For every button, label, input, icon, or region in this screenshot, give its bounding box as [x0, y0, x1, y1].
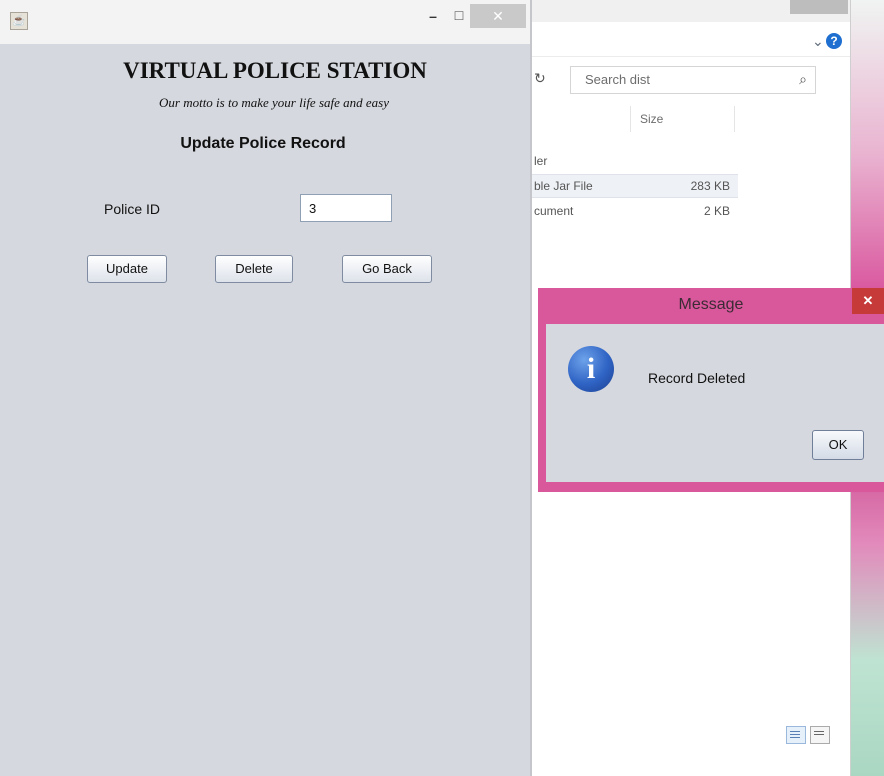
- app-title-bar[interactable]: ☕ – ☐ ✕: [0, 0, 530, 44]
- list-item[interactable]: ler: [528, 150, 738, 172]
- maximize-button[interactable]: ☐: [448, 4, 470, 28]
- file-name: ler: [534, 154, 548, 168]
- delete-button[interactable]: Delete: [215, 255, 293, 283]
- form-heading: Update Police Record: [180, 135, 346, 152]
- page-title: VIRTUAL POLICE STATION: [123, 58, 427, 83]
- message-dialog: Message ✕ i Record Deleted OK: [538, 288, 884, 492]
- explorer-top-strip: [528, 0, 850, 22]
- view-toggle: [786, 726, 834, 749]
- dialog-body: i Record Deleted OK: [546, 324, 884, 482]
- search-placeholder: Search dist: [585, 72, 651, 87]
- list-item[interactable]: ble Jar File 283 KB: [528, 174, 738, 198]
- motto-text: Our motto is to make your life safe and …: [159, 95, 389, 110]
- help-icon[interactable]: ?: [826, 33, 842, 49]
- go-back-button[interactable]: Go Back: [342, 255, 432, 283]
- update-button[interactable]: Update: [87, 255, 167, 283]
- info-icon: i: [568, 346, 614, 392]
- police-app-window: ☕ – ☐ ✕ VIRTUAL POLICE STATION Our motto…: [0, 0, 532, 776]
- search-icon[interactable]: ⌕: [799, 71, 807, 88]
- police-id-label: Police ID: [104, 201, 161, 217]
- police-id-field[interactable]: [300, 194, 392, 222]
- column-divider[interactable]: [734, 106, 735, 132]
- dialog-title: Message: [678, 296, 744, 313]
- close-button[interactable]: ✕: [470, 4, 526, 28]
- ok-button[interactable]: OK: [812, 430, 864, 460]
- dialog-message: Record Deleted: [648, 370, 746, 386]
- list-item[interactable]: cument 2 KB: [528, 200, 738, 222]
- explorer-close-area[interactable]: [790, 0, 848, 14]
- column-divider[interactable]: [630, 106, 631, 132]
- dialog-close-button[interactable]: ✕: [852, 288, 884, 314]
- column-header-size[interactable]: Size: [640, 112, 663, 126]
- file-size: 2 KB: [703, 204, 730, 218]
- search-input[interactable]: Search dist ⌕: [570, 66, 816, 94]
- minimize-button[interactable]: –: [418, 4, 448, 28]
- large-icons-view-icon[interactable]: [810, 726, 830, 744]
- file-name: cument: [534, 204, 574, 218]
- file-size: 283 KB: [690, 179, 730, 193]
- java-icon[interactable]: ☕: [10, 12, 28, 30]
- explorer-address-bar[interactable]: [528, 26, 850, 57]
- chevron-down-icon[interactable]: ⌄: [812, 33, 824, 50]
- details-view-icon[interactable]: [786, 726, 806, 744]
- file-name: ble Jar File: [534, 179, 593, 193]
